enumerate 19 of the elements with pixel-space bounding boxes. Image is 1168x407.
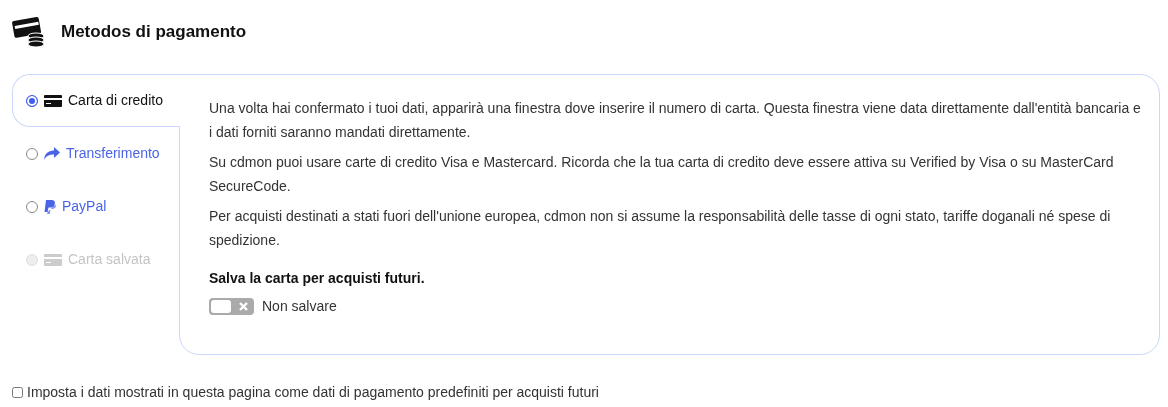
checkbox-label: Imposta i dati mostrati in questa pagina come dati di pagamento predefiniti per acquisti futuri (27, 383, 599, 402)
checkbox[interactable] (12, 387, 23, 398)
credit-card-icon (44, 94, 62, 107)
radio-button[interactable] (26, 147, 38, 160)
save-card-heading: Salva la carta per acquisti futuri. (209, 269, 426, 288)
info-paragraph: Una volta hai confermato i tuoi dati, apparirà una finestra dove inserire il numero di carta. Questa finestra viene data direttamente dall'entità bancaria e i dati forniti saranno mandati direttamente. (209, 99, 1142, 142)
info-paragraph: Per acquisti destinati a stati fuori dell'unione europea, cdmon non si assume la responsabilità delle tasse di ogni stato, tariffe doganali né spese di spedizione. (209, 207, 1112, 250)
paypal-icon (44, 199, 56, 214)
card-and-coins-icon (12, 16, 45, 48)
payment-method-tab[interactable]: Carta di credito (12, 74, 180, 127)
radio-button[interactable] (26, 200, 38, 213)
section-title: Metodos di pagamento (61, 21, 247, 43)
info-paragraph: Su cdmon puoi usare carte di credito Visa e Mastercard. Ricorda che la tua carta di credito deve essere attiva su Verified by Visa o su MasterCard SecureCode. (209, 153, 1115, 196)
radio-button[interactable] (26, 94, 38, 107)
toggle-label: Non salvare (262, 297, 337, 316)
share-arrow-icon (44, 147, 60, 160)
save-card-toggle[interactable] (209, 297, 254, 315)
credit-card-icon (44, 253, 62, 266)
close-icon (239, 301, 248, 311)
